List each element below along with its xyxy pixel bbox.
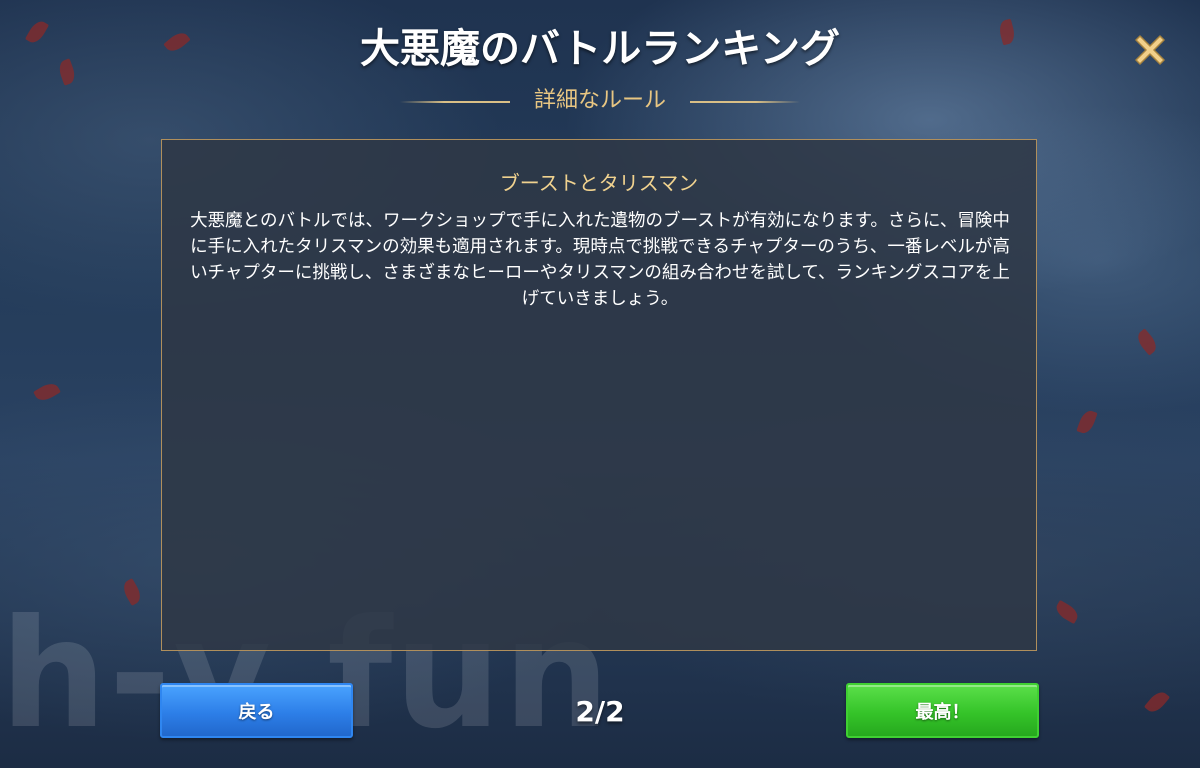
close-icon (1135, 35, 1165, 65)
best-button[interactable]: 最高！ (846, 683, 1039, 738)
page-indicator: 2/2 (575, 695, 625, 728)
page-title: 大悪魔のバトルランキング (360, 26, 840, 72)
game-popup-screen: h-v fun 大悪魔のバトルランキング 詳細なルール ブーストとタリスマン 大… (0, 0, 1200, 768)
section-heading: ブーストとタリスマン (499, 171, 699, 195)
subtitle-row: 詳細なルール (400, 86, 800, 116)
back-button[interactable]: 戻る (160, 683, 353, 738)
petal-decoration (1143, 688, 1171, 716)
petal-decoration (33, 379, 61, 405)
subtitle: 詳細なルール (533, 88, 666, 113)
petal-decoration (1076, 408, 1098, 436)
divider-line-right (690, 101, 800, 103)
rules-body-text: 大悪魔とのバトルでは、ワークショップで手に入れた遺物のブーストが有効になります。… (190, 211, 1010, 309)
back-button-label: 戻る (238, 701, 275, 723)
close-button[interactable] (1128, 28, 1172, 72)
rules-panel: ブーストとタリスマン 大悪魔とのバトルでは、ワークショップで手に入れた遺物のブー… (161, 139, 1037, 651)
divider-line-left (400, 101, 510, 103)
petal-decoration (1053, 599, 1081, 625)
petal-decoration (1133, 328, 1161, 356)
best-button-label: 最高！ (915, 701, 970, 723)
